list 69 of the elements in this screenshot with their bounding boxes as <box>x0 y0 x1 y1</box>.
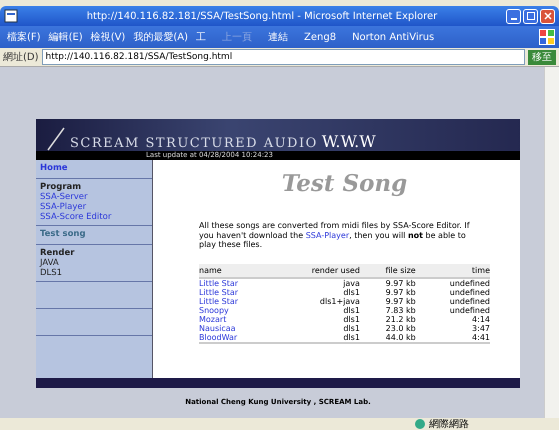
sidebar-text: JAVA <box>40 258 60 268</box>
minimize-button[interactable] <box>506 8 521 24</box>
maximize-button[interactable] <box>523 8 538 24</box>
column-header: file size <box>360 264 416 278</box>
page-heading: Test Song <box>280 170 408 197</box>
song-link[interactable]: Mozart <box>199 314 226 324</box>
address-label: 網址(D) <box>3 50 39 64</box>
sidebar-link[interactable]: SSA-Server <box>40 192 148 202</box>
close-icon <box>544 12 552 20</box>
go-button[interactable]: 移至 <box>528 50 556 64</box>
table-cell: undefined <box>416 306 490 315</box>
table-cell: undefined <box>416 296 490 306</box>
menu-item[interactable]: 工 <box>193 30 209 44</box>
table-cell-text: 9.97 kb <box>384 288 416 297</box>
table-cell: undefined <box>416 278 490 288</box>
song-link[interactable]: Little Star <box>199 296 238 306</box>
song-link[interactable]: Snoopy <box>199 306 229 315</box>
player-link[interactable]: SSA-Player <box>306 230 350 240</box>
table-cell-text: 21.2 kb <box>384 314 416 324</box>
column-header: time <box>416 264 490 278</box>
maximize-icon <box>526 12 534 20</box>
sidebar-text: DLS1 <box>40 268 64 278</box>
table-cell: 4:14 <box>416 314 490 324</box>
site-title: SCREAM STRUCTURED AUDIO <box>70 136 318 151</box>
window-title: http://140.116.82.181/SSA/TestSong.html - Microsoft Internet Explorer <box>86 10 438 22</box>
sidebar-link[interactable]: Home <box>40 163 148 173</box>
quill-icon <box>46 127 66 151</box>
table-cell: dls1 <box>271 332 360 343</box>
close-button[interactable] <box>540 8 555 24</box>
sidebar-link[interactable]: SSA-Player <box>40 202 148 212</box>
menu-item[interactable]: 檢視(V) <box>88 30 128 44</box>
zone-text: 網際網路 <box>429 418 469 430</box>
scrollbar[interactable] <box>544 67 559 418</box>
toolbar-button[interactable]: Zeng8 <box>301 32 340 42</box>
table-cell-text: dls1+java <box>318 296 360 306</box>
toolbar-button[interactable]: Norton AntiVirus <box>349 32 438 42</box>
table-cell-text: 7.83 kb <box>384 306 416 315</box>
sidebar-current-item: Test song <box>40 229 87 239</box>
song-link[interactable]: Little Star <box>199 278 238 288</box>
windows-logo-icon <box>539 29 555 45</box>
table-cell-text: 23.0 kb <box>384 324 416 333</box>
table-cell: undefined <box>416 288 490 297</box>
menu-item[interactable]: 我的最愛(A) <box>130 30 191 44</box>
table-cell: 3:47 <box>416 324 490 333</box>
table-cell: 9.97 kb <box>360 278 416 288</box>
column-header: name <box>199 264 272 278</box>
toolbar-button[interactable]: 連結 <box>265 30 291 44</box>
table-cell-text: dls1 <box>342 324 360 333</box>
sidebar-link[interactable]: SSA-Score Editor <box>40 212 148 222</box>
table-cell: java <box>271 278 360 288</box>
table-cell: 4:41 <box>416 332 490 343</box>
song-link[interactable]: Nausicaa <box>199 324 236 333</box>
address-field[interactable]: http://140.116.82.181/SSA/TestSong.html <box>42 49 525 65</box>
table-cell-text: dls1 <box>343 306 360 315</box>
menu-item[interactable]: 編輯(E) <box>46 30 86 44</box>
table-cell-text: dls1 <box>342 314 360 324</box>
page-icon <box>4 9 18 23</box>
intro-paragraph: All these songs are converted from midi files by SSA-Score Editor. If you haven't download the SSA-Player, then you will not be able to play these files. <box>199 221 471 250</box>
column-header: render used <box>271 264 360 278</box>
table-cell: 44.0 kb <box>360 332 416 343</box>
table-cell-text: 9.97 kb <box>384 296 416 306</box>
song-link[interactable]: Little Star <box>199 288 238 297</box>
globe-icon <box>414 418 426 430</box>
sidebar-heading: Program <box>40 182 82 192</box>
table-cell-text: dls1 <box>342 288 360 297</box>
site-suffix: W.W.W <box>322 132 376 151</box>
menu-item[interactable]: 檔案(F) <box>4 30 44 44</box>
sidebar-heading: Render <box>40 248 76 258</box>
song-link[interactable]: BloodWar <box>199 332 238 342</box>
